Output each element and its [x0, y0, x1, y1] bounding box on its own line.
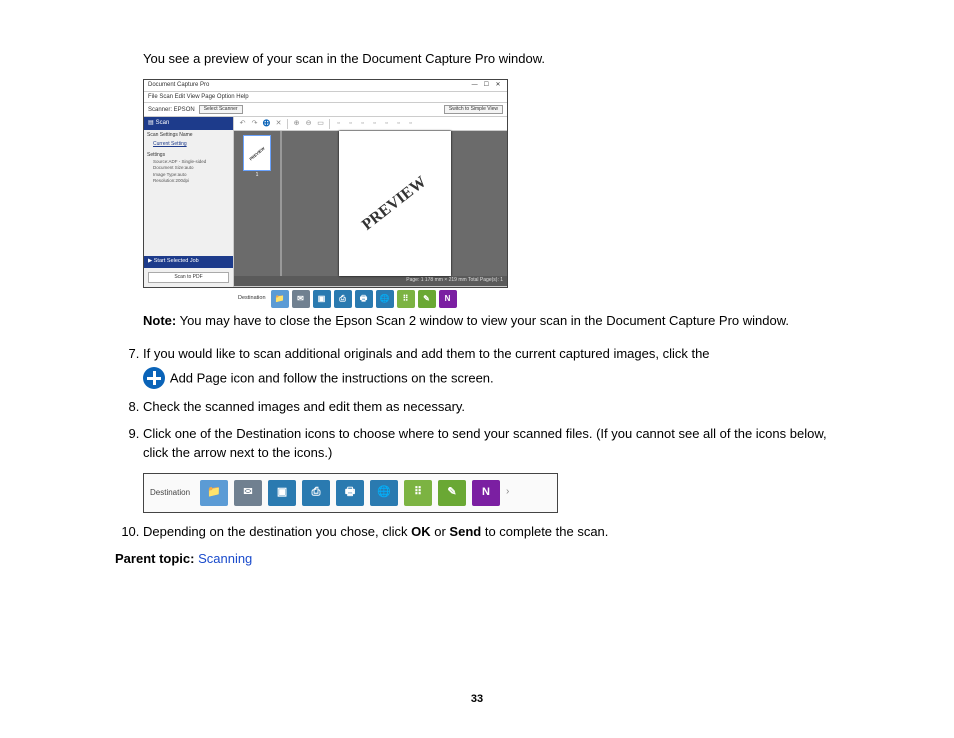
dest-evernote-icon: ✎: [418, 290, 436, 308]
step-7-text-a: If you would like to scan additional ori…: [143, 346, 710, 361]
step-10-text-b: or: [431, 524, 450, 539]
dest-mail-icon: ✉: [234, 480, 262, 506]
destination-label-2: Destination: [150, 487, 190, 499]
parent-topic-line: Parent topic: Scanning: [115, 550, 839, 569]
app-title: Document Capture Pro: [148, 81, 209, 90]
step-7-text-b: Add Page icon and follow the instruction…: [167, 371, 494, 386]
dest-ftp-icon: ⎙: [302, 480, 330, 506]
switch-view-button: Switch to Simple View: [444, 105, 503, 114]
dest-mail-icon: ✉: [292, 290, 310, 308]
dest-onenote-icon: N: [472, 480, 500, 506]
ok-bold: OK: [411, 524, 431, 539]
sidebar-scan-header: ▤ Scan: [144, 117, 233, 130]
scan-icon: ▤: [148, 119, 154, 128]
rotate-right-icon: ↷: [250, 119, 259, 128]
play-icon: ▶: [148, 258, 152, 264]
dest-cloud-icon: ▣: [268, 480, 296, 506]
close-icon: ✕: [493, 81, 503, 90]
step-10-text-a: Depending on the destination you chose, …: [143, 524, 411, 539]
dest-print-icon: 🖶: [336, 480, 364, 506]
thumbnail-preview-label: PREVIEW: [248, 145, 266, 161]
current-setting-link: Current Setting: [153, 141, 230, 148]
scan-label: Scan: [156, 119, 170, 128]
dest-folder-icon: 📁: [271, 290, 289, 308]
parent-topic-label: Parent topic:: [115, 551, 198, 566]
step-8: Check the scanned images and edit them a…: [143, 398, 839, 417]
settings-subhead: Settings: [147, 152, 230, 159]
tool-icon: ▫: [370, 119, 379, 128]
step-9-text: Click one of the Destination icons to ch…: [143, 426, 827, 460]
rotate-left-icon: ↶: [238, 119, 247, 128]
step-10-text-c: to complete the scan.: [481, 524, 608, 539]
steps-list: If you would like to scan additional ori…: [115, 345, 839, 541]
dest-ftp-icon: ⎙: [334, 290, 352, 308]
select-scanner-button: Select Scanner: [199, 105, 243, 114]
fit-icon: ▭: [316, 119, 325, 128]
page-number: 33: [0, 692, 954, 708]
editor-toolbar: ↶ ↷ ⊕ ✕ ⊕ ⊖ ▭ ▫ ▫ ▫ ▫ ▫ ▫ ▫: [234, 117, 507, 131]
window-controls: — ☐ ✕: [470, 81, 503, 90]
screenshot-app-window: Document Capture Pro — ☐ ✕ File Scan Edi…: [143, 79, 508, 289]
page-preview-label: PREVIEW: [357, 171, 432, 236]
setting-line: Resolution:200dpi: [147, 178, 230, 185]
scanner-bar: Scanner: EPSON Select Scanner Switch to …: [144, 103, 507, 117]
tool-icon: ▫: [334, 119, 343, 128]
thumbnail-column: PREVIEW 1: [234, 131, 282, 276]
add-page-icon: [143, 367, 165, 389]
sidebar-settings: Scan Settings Name Current Setting Setti…: [144, 130, 233, 187]
dest-folder-icon: 📁: [200, 480, 228, 506]
destination-bar: Destination 📁 ✉ ▣ ⎙ 🖶 🌐 ⠿ ✎ N: [234, 286, 507, 311]
tool-icon: ▫: [406, 119, 415, 128]
dest-onenote-icon: N: [439, 290, 457, 308]
note-label: Note:: [143, 313, 176, 328]
thumbnail: PREVIEW: [243, 135, 271, 171]
dest-sharepoint-icon: ⠿: [404, 480, 432, 506]
scan-to-pdf-button: Scan to PDF: [148, 272, 229, 283]
dest-cloud-icon: ▣: [313, 290, 331, 308]
start-job-bar: ▶ Start Selected Job: [144, 256, 233, 268]
dest-web-icon: 🌐: [370, 480, 398, 506]
dest-web-icon: 🌐: [376, 290, 394, 308]
tool-icon: ▫: [358, 119, 367, 128]
status-bar: Page: 1 178 mm × 219 mm Total Page(s): 1: [234, 276, 507, 285]
main-preview: PREVIEW: [282, 131, 507, 276]
step-7: If you would like to scan additional ori…: [143, 345, 839, 390]
parent-topic-link[interactable]: Scanning: [198, 551, 252, 566]
send-bold: Send: [449, 524, 481, 539]
step-9: Click one of the Destination icons to ch…: [143, 425, 839, 513]
scanner-label: Scanner: EPSON: [148, 106, 195, 115]
zoom-out-icon: ⊖: [304, 119, 313, 128]
tool-icon: ▫: [394, 119, 403, 128]
note-text: You may have to close the Epson Scan 2 w…: [176, 313, 789, 328]
arrow-right-icon: ›: [506, 485, 509, 500]
delete-icon: ✕: [274, 119, 283, 128]
dest-evernote-icon: ✎: [438, 480, 466, 506]
zoom-in-icon: ⊕: [292, 119, 301, 128]
thumbnail-number: 1: [256, 172, 259, 179]
app-menubar: File Scan Edit View Page Option Help: [144, 92, 507, 104]
tool-icon: ▫: [382, 119, 391, 128]
settings-header: Scan Settings Name: [147, 132, 230, 139]
note-paragraph: Note: You may have to close the Epson Sc…: [143, 312, 839, 331]
screenshot-destination-bar: Destination 📁 ✉ ▣ ⎙ 🖶 🌐 ⠿ ✎ N ›: [143, 473, 558, 513]
destination-label: Destination: [238, 295, 266, 303]
step-10: Depending on the destination you chose, …: [143, 523, 839, 542]
sidebar: ▤ Scan Scan Settings Name Current Settin…: [144, 117, 234, 287]
dest-sharepoint-icon: ⠿: [397, 290, 415, 308]
tool-icon: ▫: [346, 119, 355, 128]
app-titlebar: Document Capture Pro — ☐ ✕: [144, 80, 507, 92]
add-page-icon: ⊕: [262, 119, 271, 128]
start-job-label: Start Selected Job: [154, 258, 199, 264]
dest-print-icon: 🖶: [355, 290, 373, 308]
maximize-icon: ☐: [481, 81, 491, 90]
intro-text: You see a preview of your scan in the Do…: [115, 50, 839, 69]
minimize-icon: —: [470, 81, 480, 90]
